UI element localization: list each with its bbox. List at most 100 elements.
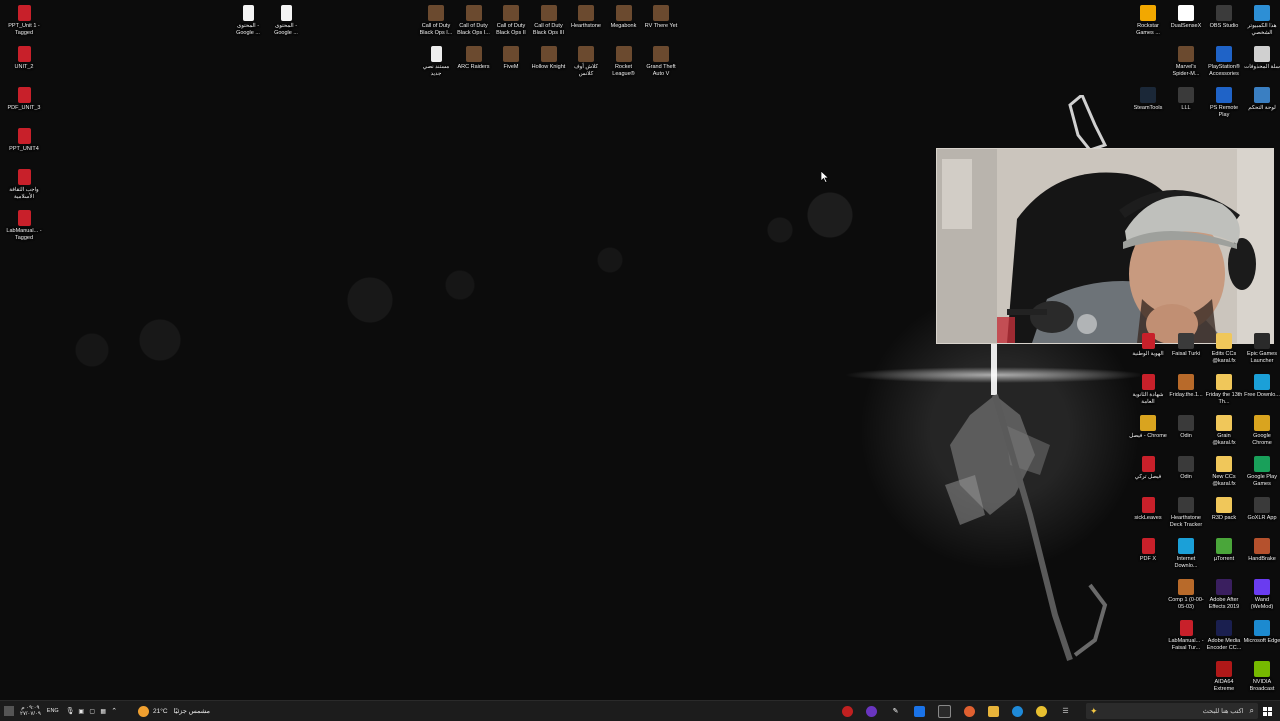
desktop-shortcut[interactable]: Friday the 13th Th... [1205,370,1243,406]
desktop-shortcut[interactable]: µTorrent [1205,534,1243,563]
clock[interactable]: ٠٩:٠٩ م ٢٧/٠٧/٠٩ [20,705,41,717]
desktop-shortcut[interactable]: مستند نصي جديد [417,42,455,78]
desktop-shortcut[interactable]: فيصل تركي [1129,452,1167,481]
desktop-shortcut[interactable]: Epic Games Launcher [1243,329,1280,365]
desktop-shortcut[interactable]: NVIDIA Broadcast [1243,657,1280,693]
volume-icon[interactable]: ▢ [87,706,98,717]
desktop-shortcut[interactable]: PDF_UNIT_3 [5,83,43,112]
desktop-shortcut[interactable]: Comp 1 (0-00-05-03) [1167,575,1205,611]
desktop-shortcut[interactable]: PPT_Unit 1 - Tagged [5,1,43,37]
desktop-shortcut[interactable]: LLL [1167,83,1205,112]
download-icon [1254,374,1270,390]
desktop-shortcut[interactable]: Odin [1167,411,1205,440]
desktop-shortcut[interactable]: الهوية الوطنية [1129,329,1167,358]
shortcut-label: Microsoft Edge [1243,638,1280,644]
desktop-shortcut[interactable]: Adobe After Effects 2019 [1205,575,1243,611]
copilot-icon[interactable] [964,705,975,717]
desktop-shortcut [1167,657,1205,679]
after-effects-icon [1216,579,1232,595]
shortcut-label: لوحة التحكم [1248,105,1276,111]
desktop-shortcut[interactable]: Grand Theft Auto V [642,42,680,78]
desktop-shortcut[interactable]: هذا الكمبيوتر الشخصي [1243,1,1280,37]
start-icon[interactable] [1263,701,1272,721]
file-explorer-icon[interactable] [988,705,999,717]
desktop-shortcut[interactable]: Call of Duty Black Ops I... [417,1,455,37]
task-view-icon[interactable]: ☰ [1060,706,1071,717]
desktop-shortcut[interactable]: New CCs @karal.fx [1205,452,1243,488]
desktop-shortcut[interactable]: Call of Duty Black Ops II [492,1,530,37]
chrome-icon[interactable] [1036,705,1047,717]
desktop-shortcut[interactable]: GoXLR App [1243,493,1280,522]
weather-widget[interactable]: 21°C مشمس جزئيًا [138,701,210,721]
desktop-shortcut[interactable]: Marvel's Spider-M... [1167,42,1205,78]
desktop-shortcut[interactable]: UNIT_2 [5,42,43,71]
desktop-shortcut[interactable]: R3D pack [1205,493,1243,522]
desktop-shortcut[interactable]: Internet Downlo... [1167,534,1205,570]
desktop-shortcut[interactable]: Call of Duty Black Ops I... [455,1,493,37]
store-icon[interactable] [938,704,951,718]
chevron-up-icon[interactable]: ⌃ [109,706,120,717]
desktop-shortcut[interactable]: RV There Yet [642,1,680,30]
desktop-shortcut[interactable]: Rockstar Games ... [1129,1,1167,37]
tray-app-icon[interactable]: ▦ [98,706,109,717]
text-file-icon [430,46,442,62]
desktop-shortcut[interactable]: PlayStation® Accessories [1205,42,1243,78]
desktop-shortcut[interactable]: Hollow Knight [530,42,568,71]
desktop-shortcut[interactable]: SteamTools [1129,83,1167,112]
desktop-shortcut[interactable]: Odin [1167,452,1205,481]
desktop-shortcut[interactable]: PDF X [1129,534,1167,563]
obs-icon[interactable] [866,705,877,717]
desktop-shortcut[interactable]: OBS Studio [1205,1,1243,30]
desktop-shortcut[interactable]: Adobe Media Encoder CC... [1205,616,1243,652]
edge-icon[interactable] [1012,705,1023,717]
notepad-icon[interactable]: ✎ [890,706,901,717]
desktop-shortcut[interactable]: Megabonk [605,1,643,30]
desktop-shortcut[interactable]: DualSenseX [1167,1,1205,30]
desktop-shortcut[interactable]: شهادة الثانوية العامة [1129,370,1167,406]
desktop-shortcut[interactable]: Hearthstone [567,1,605,30]
microphone-icon[interactable]: 🎙 [65,706,76,717]
desktop-shortcut[interactable]: PS Remote Play [1205,83,1243,119]
language-indicator[interactable]: ENG [47,708,59,714]
desktop-shortcut[interactable]: Edits CCs @karal.fx [1205,329,1243,365]
desktop-shortcut[interactable]: Google Chrome [1243,411,1280,447]
desktop-shortcut[interactable]: FiveM [492,42,530,71]
desktop-shortcut[interactable]: Grain @karal.fx [1205,411,1243,447]
network-icon[interactable]: ▣ [76,706,87,717]
pinned-apps: ✎ ☰ [842,701,1071,721]
desktop-shortcut[interactable]: واجب الثقافة الأسلامية [5,165,43,201]
folder-icon [1216,456,1232,472]
desktop-shortcut[interactable]: sickLeaves [1129,493,1167,522]
search-icon: ⌕ [1249,706,1254,715]
desktop-shortcut[interactable]: Google Play Games [1243,452,1280,488]
desktop-shortcut[interactable]: Microsoft Edge [1243,616,1280,645]
desktop-shortcut[interactable]: Wand (WeMod) [1243,575,1280,611]
desktop-shortcut[interactable]: Faisal Turki [1167,329,1205,358]
desktop-shortcut[interactable]: ARC Raiders [455,42,493,71]
desktop-shortcut[interactable]: Hearthstone Deck Tracker [1167,493,1205,529]
desktop-shortcut[interactable]: Rocket League® [605,42,643,78]
desktop-shortcut[interactable]: HandBrake [1243,534,1280,563]
system-tray: ٠٩:٠٩ م ٢٧/٠٧/٠٩ ENG 🎙 ▣ ▢ ▦ ⌃ [4,701,120,721]
desktop-shortcut[interactable]: كلاش أوف كلانس [567,42,605,78]
game-icon [465,5,482,21]
desktop-shortcut[interactable]: لوحة التحكم [1243,83,1280,112]
record-icon[interactable] [842,705,853,717]
desktop-shortcut[interactable]: PPT_UNIT4 [5,124,43,153]
desktop-shortcut[interactable]: المحتوى - Google ... [267,1,305,37]
desktop-shortcut[interactable]: المحتوى - Google ... [229,1,267,37]
desktop-shortcut[interactable]: Friday.the.1... [1167,370,1205,399]
desktop-shortcut[interactable]: LabManual... - Tagged [5,206,43,242]
desktop-shortcut[interactable]: سلة المحذوفات [1243,42,1280,71]
desktop-shortcut[interactable]: Call of Duty Black Ops III [530,1,568,37]
search-box[interactable]: ✦ اكتب هنا للبحث ⌕ [1086,703,1258,719]
show-desktop-icon[interactable] [4,706,14,716]
desktop-shortcut[interactable]: AIDA64 Extreme [1205,657,1243,693]
empty-slot [1178,661,1194,677]
outlook-icon[interactable] [914,705,925,717]
desktop-shortcut[interactable]: Free Downlo... [1243,370,1280,399]
shortcut-label: sickLeaves [1134,515,1162,521]
desktop-shortcut[interactable]: LabManual... - Faisal Tur... [1167,616,1205,652]
search-placeholder: اكتب هنا للبحث [1202,708,1244,715]
desktop-shortcut[interactable]: فيصل - Chrome [1129,411,1167,440]
